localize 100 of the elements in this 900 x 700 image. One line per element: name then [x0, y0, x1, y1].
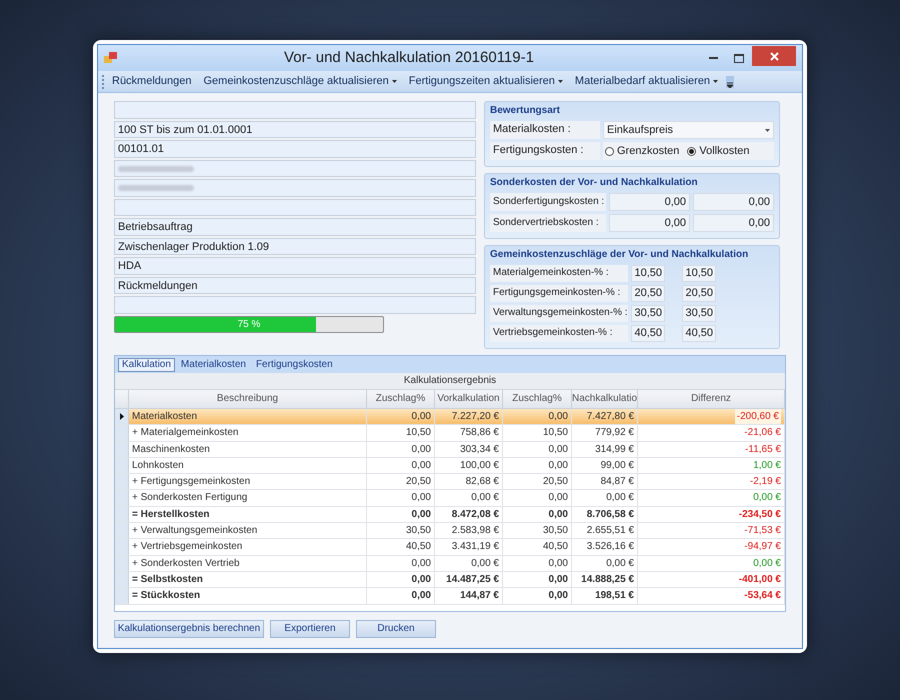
- table-cell-text: -53,64 €: [744, 589, 781, 604]
- material-cost-select[interactable]: Einkaufspreis: [603, 121, 774, 139]
- table-cell-text: 314,99 €: [595, 442, 634, 457]
- table-cell-text: -234,50 €: [738, 508, 781, 522]
- table-cell-text: -71,53 €: [744, 524, 781, 538]
- column-header[interactable]: Differenz: [638, 390, 785, 408]
- table-row[interactable]: Materialkosten 0,00 7.227,20 € 0,00 7.427,80 € -200,60 €: [115, 409, 785, 426]
- info-field[interactable]: Rückmeldungen: [114, 276, 476, 294]
- table-cell-text: 198,51 €: [595, 589, 634, 604]
- info-field[interactable]: Zwischenlager Produktion 1.09: [114, 238, 476, 255]
- table-cell-text: 7.227,20 €: [452, 410, 499, 424]
- table-cell-text: = Stückkosten: [132, 589, 200, 604]
- radio-button[interactable]: [687, 146, 696, 156]
- info-field[interactable]: [114, 198, 476, 216]
- table-row[interactable]: = Stückkosten 0,00 144,87 € 0,00 198,51 € -53,64 €: [115, 588, 785, 605]
- group-title: Sonderkosten der Vor- und Nachkalkulation: [490, 176, 699, 190]
- table-cell-text: 30,50: [406, 524, 431, 538]
- table-cell-text: 0,00: [412, 442, 431, 457]
- info-field[interactable]: Betriebsauftrag: [114, 218, 476, 236]
- toolbar-menu[interactable]: Materialbedarf aktualisieren: [570, 73, 722, 90]
- field-label: Materialgemeinkosten-% :: [490, 265, 628, 282]
- table-cell-text: 40,50: [542, 540, 568, 554]
- amount-field[interactable]: 0,00: [693, 214, 774, 232]
- table-cell-text: 0,00: [412, 556, 431, 571]
- percent-field[interactable]: 10,50: [631, 265, 665, 282]
- info-field[interactable]: [114, 179, 476, 196]
- toolbar-menu[interactable]: Rückmeldungen: [108, 73, 196, 90]
- row-header: [115, 506, 129, 522]
- table-cell-text: 0,00: [548, 572, 568, 587]
- field-label: Vertriebsgemeinkosten-% :: [490, 325, 628, 342]
- table-cell-text: 99,00 €: [600, 458, 634, 473]
- table-row[interactable]: = Selbstkosten 0,00 14.487,25 € 0,00 14.888,25 € -401,00 €: [115, 572, 785, 588]
- percent-field[interactable]: 40,50: [682, 325, 716, 342]
- table-cell-text: + Verwaltungsgemeinkosten: [132, 524, 258, 538]
- table-cell-text: 0,00 €: [753, 491, 781, 506]
- column-header[interactable]: Zuschlag%: [503, 390, 572, 408]
- table-cell-text: 100,00 €: [460, 458, 499, 473]
- action-button[interactable]: Kalkulationsergebnis berechnen: [114, 620, 264, 638]
- table-cell-text: 0,00: [412, 491, 431, 506]
- table-cell-text: 0,00: [548, 508, 568, 522]
- table-cell-text: 0,00: [412, 508, 431, 522]
- amount-field[interactable]: 0,00: [609, 193, 690, 211]
- table-cell-text: 8.706,58 €: [586, 508, 634, 522]
- table-cell-text: -21,06 €: [744, 426, 781, 440]
- column-header[interactable]: Beschreibung: [129, 390, 367, 408]
- table-row[interactable]: = Herstellkosten 0,00 8.472,08 € 0,00 8.706,58 € -234,50 €: [115, 506, 785, 524]
- percent-field[interactable]: 40,50: [631, 325, 665, 342]
- table-row[interactable]: + Fertigungsgemeinkosten 20,50 82,68 € 20,50 84,87 € -2,19 €: [115, 474, 785, 490]
- percent-field[interactable]: 20,50: [682, 285, 716, 302]
- info-field[interactable]: 00101.01: [114, 140, 476, 158]
- info-field[interactable]: [114, 101, 476, 118]
- toolbar-menu[interactable]: Gemeinkostenzuschläge aktualisieren: [200, 73, 401, 90]
- table-cell-text: Materialkosten: [132, 410, 198, 424]
- action-button[interactable]: Drucken: [356, 620, 436, 638]
- info-field[interactable]: HDA: [114, 257, 476, 274]
- radio-option[interactable]: Grenzkosten: [605, 142, 680, 160]
- table-row[interactable]: + Verwaltungsgemeinkosten 30,50 2.583,98 € 30,50 2.655,51 € -71,53 €: [115, 523, 785, 540]
- tab[interactable]: Materialkosten: [176, 358, 250, 372]
- info-field[interactable]: [114, 296, 476, 314]
- column-header[interactable]: Zuschlag%: [367, 390, 435, 408]
- table-row[interactable]: + Vertriebsgemeinkosten 40,50 3.431,19 € 40,50 3.526,16 € -94,97 €: [115, 539, 785, 556]
- field-label: Fertigungsgemeinkosten-% :: [490, 285, 628, 302]
- close-button[interactable]: [752, 46, 796, 66]
- info-field[interactable]: [114, 160, 476, 177]
- table-cell-text: + Fertigungsgemeinkosten: [132, 475, 250, 490]
- amount-field[interactable]: 0,00: [609, 214, 690, 232]
- tab[interactable]: Kalkulation: [118, 358, 175, 372]
- percent-field[interactable]: 20,50: [631, 285, 665, 302]
- amount-field[interactable]: 0,00: [693, 193, 774, 211]
- field-label: Fertigungskosten :: [490, 142, 600, 160]
- window-title: Vor- und Nachkalkulation 20160119-1: [283, 48, 535, 68]
- table-cell-text: = Herstellkosten: [132, 508, 210, 522]
- table-cell-text: 779,92 €: [595, 426, 634, 440]
- percent-field[interactable]: 30,50: [682, 305, 716, 322]
- toolbar-menu[interactable]: Fertigungszeiten aktualisieren: [404, 73, 567, 90]
- row-header: [115, 442, 129, 457]
- table-cell-text: 14.487,25 €: [446, 572, 499, 587]
- table-row[interactable]: + Sonderkosten Fertigung 0,00 0,00 € 0,00 0,00 € 0,00 €: [115, 490, 785, 507]
- percent-field[interactable]: 10,50: [682, 265, 716, 282]
- table-cell-text: 0,00: [412, 458, 431, 473]
- radio-button[interactable]: [605, 146, 614, 156]
- column-header[interactable]: Nachkalkulatio: [572, 390, 638, 408]
- action-button[interactable]: Exportieren: [270, 620, 350, 638]
- column-header[interactable]: Vorkalkulation: [435, 390, 503, 408]
- percent-field[interactable]: 30,50: [631, 305, 665, 322]
- tab[interactable]: Fertigungskosten: [252, 358, 337, 372]
- table-cell-text: 3.526,16 €: [586, 540, 634, 554]
- progress-label: 75 %: [236, 318, 262, 332]
- table-cell-text: 303,34 €: [460, 442, 499, 457]
- table-row[interactable]: + Materialgemeinkosten 10,50 758,86 € 10,50 779,92 € -21,06 €: [115, 425, 785, 442]
- radio-option[interactable]: Vollkosten: [687, 142, 750, 160]
- table-row[interactable]: Lohnkosten 0,00 100,00 € 0,00 99,00 € 1,00 €: [115, 458, 785, 474]
- group-title: Bewertungsart: [490, 104, 562, 118]
- table-cell-text: -94,97 €: [744, 540, 781, 554]
- info-field[interactable]: 100 ST bis zum 01.01.0001: [114, 120, 476, 138]
- table-row[interactable]: Maschinenkosten 0,00 303,34 € 0,00 314,99 € -11,65 €: [115, 442, 785, 458]
- overflow-icon: [726, 76, 734, 88]
- table-cell-text: 0,00: [548, 410, 568, 424]
- table-cell-text: 0,00: [548, 556, 568, 571]
- table-row[interactable]: + Sonderkosten Vertrieb 0,00 0,00 € 0,00 0,00 € 0,00 €: [115, 556, 785, 572]
